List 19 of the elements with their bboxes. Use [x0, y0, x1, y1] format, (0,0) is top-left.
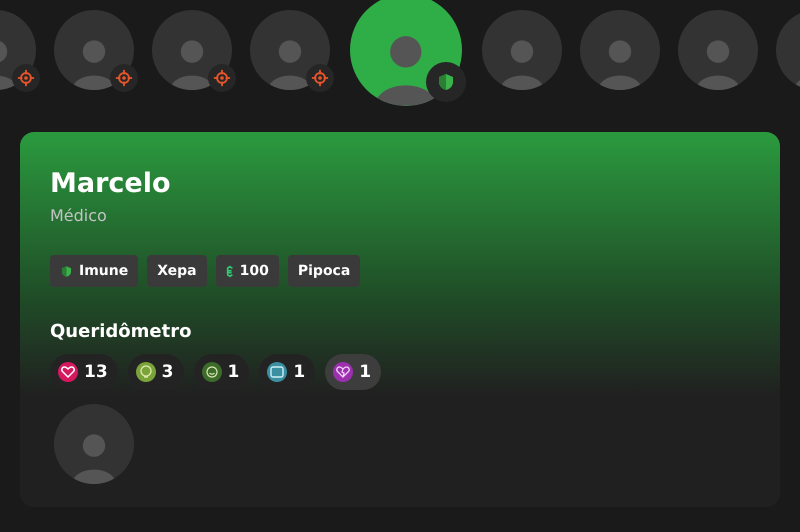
- crosshair-icon: [306, 64, 334, 92]
- tag-label: Pipoca: [298, 263, 350, 280]
- tag-label: 100: [240, 263, 269, 280]
- shield-icon: [426, 62, 466, 102]
- crosshair-icon: [110, 64, 138, 92]
- shield-icon: [60, 264, 73, 278]
- reaction-chip[interactable]: 1: [325, 354, 382, 390]
- reaction-chip[interactable]: 1: [194, 354, 250, 390]
- occupation-text: Médico: [50, 206, 108, 226]
- participant-name: Marcelo: [50, 168, 172, 200]
- reaction-chip[interactable]: 1: [259, 354, 316, 390]
- crosshair-icon: [12, 64, 40, 92]
- reaction-chip[interactable]: 13: [50, 354, 118, 390]
- currency-icon: [226, 264, 234, 278]
- tag-label: Imune: [79, 263, 128, 280]
- tag-label: Xepa: [157, 263, 197, 280]
- reaction-chip[interactable]: 3: [128, 354, 184, 390]
- crosshair-icon: [208, 64, 236, 92]
- section-title: Queridômetro: [50, 321, 192, 342]
